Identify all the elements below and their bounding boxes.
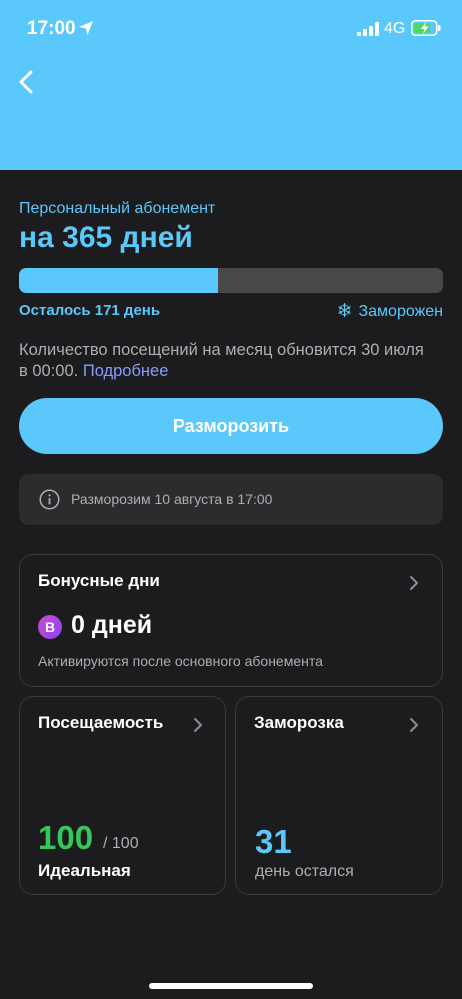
remaining-days: Осталось 171 день — [19, 302, 161, 319]
battery-charging-icon — [411, 20, 441, 36]
frozen-status-label: Заморожен — [358, 302, 443, 320]
location-arrow-icon — [79, 21, 93, 35]
attendance-label: Идеальная — [38, 861, 131, 880]
signal-icon — [357, 22, 379, 36]
freeze-days-remaining: 31 — [255, 823, 292, 860]
status-bar: 17:00 4G — [0, 0, 462, 58]
visits-info: Количество посещений на месяц обновится … — [19, 340, 429, 382]
notice-text: Разморозим 10 августа в 17:00 — [71, 491, 273, 507]
attendance-title: Посещаемость — [38, 713, 164, 732]
chevron-right-icon — [410, 718, 418, 732]
bonus-badge-icon: B — [38, 615, 62, 639]
attendance-card[interactable]: Посещаемость 100 / 100 Идеальная — [19, 696, 226, 895]
chevron-right-icon — [410, 576, 418, 590]
attendance-score-max: / 100 — [103, 835, 139, 852]
unfreeze-button[interactable]: Разморозить — [19, 398, 443, 454]
bonus-days-note: Активируются после основного абонемента — [38, 653, 323, 669]
subscription-type: Персональный абонемент — [19, 200, 216, 217]
bonus-days-card[interactable]: Бонусные дни B 0 дней Активируются после… — [19, 554, 443, 687]
unfreeze-notice: Разморозим 10 августа в 17:00 — [19, 474, 443, 525]
network-type: 4G — [384, 20, 406, 37]
visits-info-text: Количество посещений на месяц обновится … — [19, 341, 424, 380]
snowflake-icon: ❄ — [336, 301, 353, 322]
status-time: 17:00 — [27, 18, 76, 39]
bonus-days-value: 0 дней — [71, 611, 153, 639]
freeze-days-label: день остался — [255, 863, 354, 880]
bonus-days-title: Бонусные дни — [38, 571, 160, 590]
subscription-progress-bar — [19, 268, 443, 293]
more-link[interactable]: Подробнее — [83, 362, 169, 380]
subscription-progress-fill — [19, 268, 219, 293]
freeze-title: Заморозка — [254, 713, 344, 732]
frozen-status: ❄ Заморожен — [337, 300, 443, 323]
attendance-score: 100 — [38, 819, 94, 856]
chevron-right-icon — [194, 718, 202, 732]
back-chevron-icon[interactable] — [14, 66, 42, 98]
subscription-duration: на 365 дней — [19, 221, 193, 254]
info-icon — [39, 489, 60, 510]
home-indicator[interactable] — [149, 983, 313, 989]
freeze-card[interactable]: Заморозка 31 день остался — [235, 696, 443, 895]
